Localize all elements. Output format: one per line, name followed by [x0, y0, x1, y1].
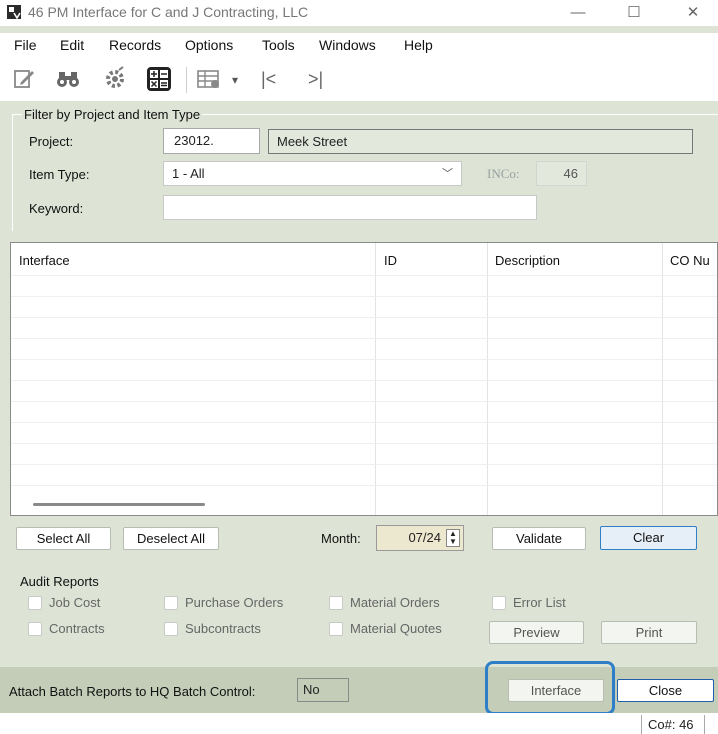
subcontracts-label: Subcontracts: [185, 621, 261, 636]
keyword-label: Keyword:: [29, 201, 84, 216]
close-window-button[interactable]: ✕: [670, 2, 716, 24]
item-type-label: Item Type:: [29, 167, 90, 182]
filter-group-label: Filter by Project and Item Type: [22, 107, 203, 122]
horizontal-scrollbar[interactable]: [33, 503, 205, 506]
close-button[interactable]: Close: [617, 679, 714, 702]
grid-row[interactable]: [11, 422, 717, 423]
inco-label: INCo:: [487, 166, 520, 181]
audit-reports-label: Audit Reports: [20, 574, 99, 589]
status-bar: Co#: 46: [0, 713, 718, 734]
material-quotes-label: Material Quotes: [350, 621, 442, 636]
preview-button[interactable]: Preview: [489, 621, 584, 644]
last-record-icon[interactable]: >|: [308, 69, 323, 90]
keyword-input[interactable]: [163, 195, 537, 220]
first-record-icon[interactable]: |<: [261, 69, 276, 90]
chevron-down-icon: ﹀: [442, 168, 453, 180]
print-button[interactable]: Print: [601, 621, 697, 644]
column-header-id[interactable]: ID: [384, 253, 397, 268]
month-spinner-icon[interactable]: ▲ ▼: [446, 529, 460, 547]
toolbar: ▾ |< >|: [0, 59, 718, 101]
grid-row[interactable]: [11, 401, 717, 402]
interface-grid[interactable]: Interface ID Description CO Nu: [10, 242, 718, 516]
toolbar-divider: [186, 67, 187, 93]
status-divider: [704, 715, 705, 734]
contracts-label: Contracts: [49, 621, 105, 636]
menu-help[interactable]: Help: [404, 37, 433, 53]
column-header-description[interactable]: Description: [495, 253, 560, 268]
company-number: Co#: 46: [648, 717, 694, 732]
dropdown-arrow-icon[interactable]: ▾: [232, 73, 238, 87]
grid-settings-icon[interactable]: [195, 65, 223, 93]
material-orders-label: Material Orders: [350, 595, 440, 610]
column-header-co-number[interactable]: CO Nu: [670, 253, 710, 268]
item-type-select[interactable]: 1 - All ﹀: [163, 161, 462, 186]
grid-row[interactable]: [11, 380, 717, 381]
contracts-checkbox[interactable]: [28, 622, 42, 636]
material-quotes-checkbox[interactable]: [329, 622, 343, 636]
material-orders-checkbox[interactable]: [329, 596, 343, 610]
job-cost-checkbox[interactable]: [28, 596, 42, 610]
grid-row[interactable]: [11, 275, 717, 276]
column-divider: [487, 243, 488, 515]
window-title: 46 PM Interface for C and J Contracting,…: [28, 4, 309, 20]
month-label: Month:: [321, 531, 361, 546]
grid-row[interactable]: [11, 296, 717, 297]
menu-edit[interactable]: Edit: [60, 37, 84, 53]
menu-windows[interactable]: Windows: [319, 37, 376, 53]
menu-file[interactable]: File: [14, 37, 37, 53]
grid-row[interactable]: [11, 317, 717, 318]
attach-batch-label: Attach Batch Reports to HQ Batch Control…: [9, 684, 256, 699]
column-header-interface[interactable]: Interface: [19, 253, 70, 268]
clear-button[interactable]: Clear: [600, 526, 697, 550]
grid-row[interactable]: [11, 464, 717, 465]
interface-button[interactable]: Interface: [508, 679, 604, 702]
subcontracts-checkbox[interactable]: [164, 622, 178, 636]
project-label: Project:: [29, 134, 74, 149]
month-value: 07/24: [408, 530, 441, 545]
menu-records[interactable]: Records: [109, 37, 161, 53]
app-icon: [7, 5, 21, 20]
item-type-value: 1 - All: [172, 166, 205, 181]
minimize-button[interactable]: —: [555, 2, 601, 24]
validate-button[interactable]: Validate: [492, 527, 586, 550]
select-all-button[interactable]: Select All: [16, 527, 111, 550]
menu-bar: File Edit Records Options Tools Windows …: [0, 33, 718, 59]
calculator-icon[interactable]: [145, 65, 173, 93]
maximize-button[interactable]: ☐: [611, 2, 657, 24]
inco-field: 46: [536, 161, 587, 186]
binoculars-icon[interactable]: [54, 65, 82, 93]
grid-row[interactable]: [11, 338, 717, 339]
edit-icon[interactable]: [10, 65, 38, 93]
gear-icon[interactable]: [101, 65, 129, 93]
column-divider: [375, 243, 376, 515]
attach-batch-field[interactable]: No: [297, 678, 349, 702]
error-list-label: Error List: [513, 595, 566, 610]
deselect-all-button[interactable]: Deselect All: [123, 527, 219, 550]
purchase-orders-checkbox[interactable]: [164, 596, 178, 610]
menu-options[interactable]: Options: [185, 37, 233, 53]
job-cost-label: Job Cost: [49, 595, 101, 610]
status-divider: [641, 715, 642, 734]
grid-row[interactable]: [11, 359, 717, 360]
purchase-orders-label: Purchase Orders: [185, 595, 284, 610]
error-list-checkbox[interactable]: [492, 596, 506, 610]
grid-row[interactable]: [11, 485, 717, 486]
title-bar: 46 PM Interface for C and J Contracting,…: [0, 0, 718, 26]
grid-row[interactable]: [11, 443, 717, 444]
menu-tools[interactable]: Tools: [262, 37, 295, 53]
column-divider: [662, 243, 663, 515]
bottom-bar: Attach Batch Reports to HQ Batch Control…: [0, 661, 718, 715]
project-name-field: Meek Street: [268, 129, 693, 154]
month-input[interactable]: 07/24 ▲ ▼: [376, 525, 464, 551]
project-input[interactable]: 23012.: [163, 128, 260, 154]
